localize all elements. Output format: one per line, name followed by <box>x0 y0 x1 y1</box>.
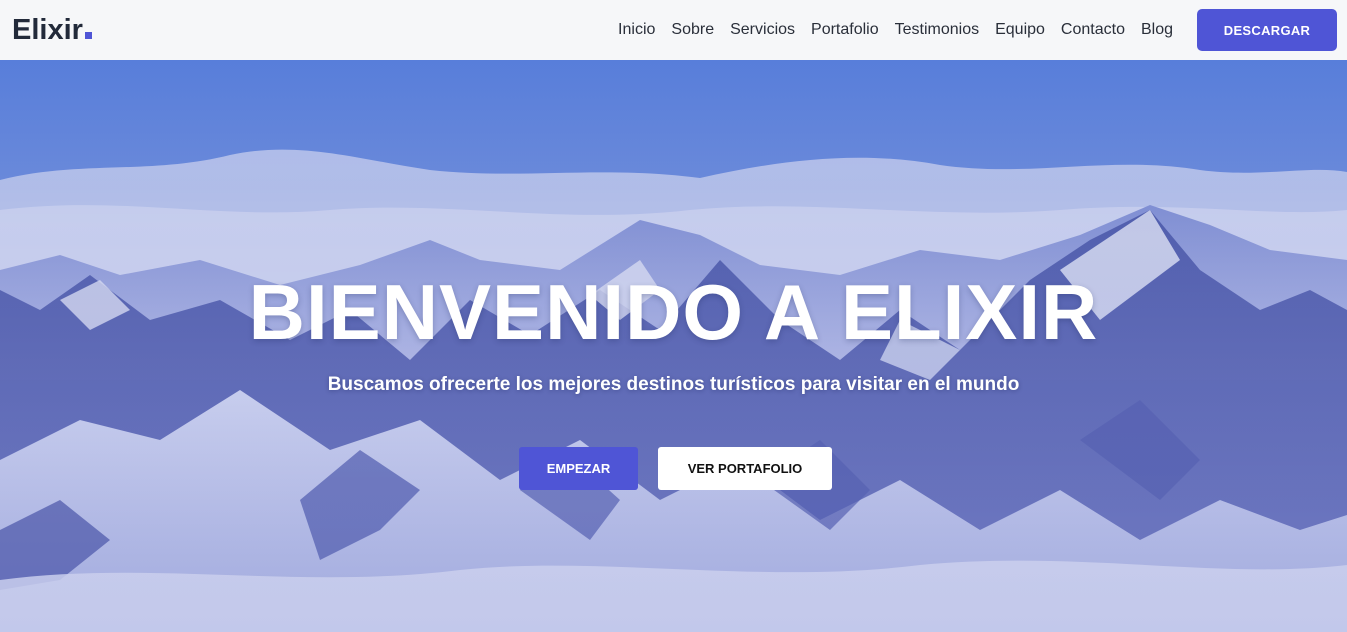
brand-logo[interactable]: Elixir <box>12 13 92 47</box>
download-button[interactable]: DESCARGAR <box>1197 9 1337 51</box>
hero-buttons: EMPEZAR VER PORTAFOLIO <box>0 447 1347 490</box>
nav-item-contacto[interactable]: Contacto <box>1061 21 1125 39</box>
hero-subtitle: Buscamos ofrecerte los mejores destinos … <box>327 374 1020 395</box>
nav-item-testimonios[interactable]: Testimonios <box>895 21 979 39</box>
navbar: Elixir Inicio Sobre Servicios Portafolio… <box>0 0 1347 60</box>
nav-item-inicio[interactable]: Inicio <box>618 21 655 39</box>
main-nav: Inicio Sobre Servicios Portafolio Testim… <box>618 0 1173 60</box>
nav-item-blog[interactable]: Blog <box>1141 21 1173 39</box>
hero-content: BIENVENIDO A ELIXIR Buscamos ofrecerte l… <box>0 60 1347 632</box>
hero-title: BIENVENIDO A ELIXIR <box>248 268 1099 356</box>
brand-dot-icon <box>84 32 92 39</box>
nav-item-servicios[interactable]: Servicios <box>730 21 795 39</box>
nav-item-equipo[interactable]: Equipo <box>995 21 1045 39</box>
brand-name: Elixir <box>12 14 83 46</box>
hero-section: BIENVENIDO A ELIXIR Buscamos ofrecerte l… <box>0 60 1347 632</box>
nav-item-sobre[interactable]: Sobre <box>671 21 714 39</box>
view-portfolio-button[interactable]: VER PORTAFOLIO <box>658 447 832 490</box>
nav-item-portafolio[interactable]: Portafolio <box>811 21 879 39</box>
start-button[interactable]: EMPEZAR <box>519 447 638 490</box>
